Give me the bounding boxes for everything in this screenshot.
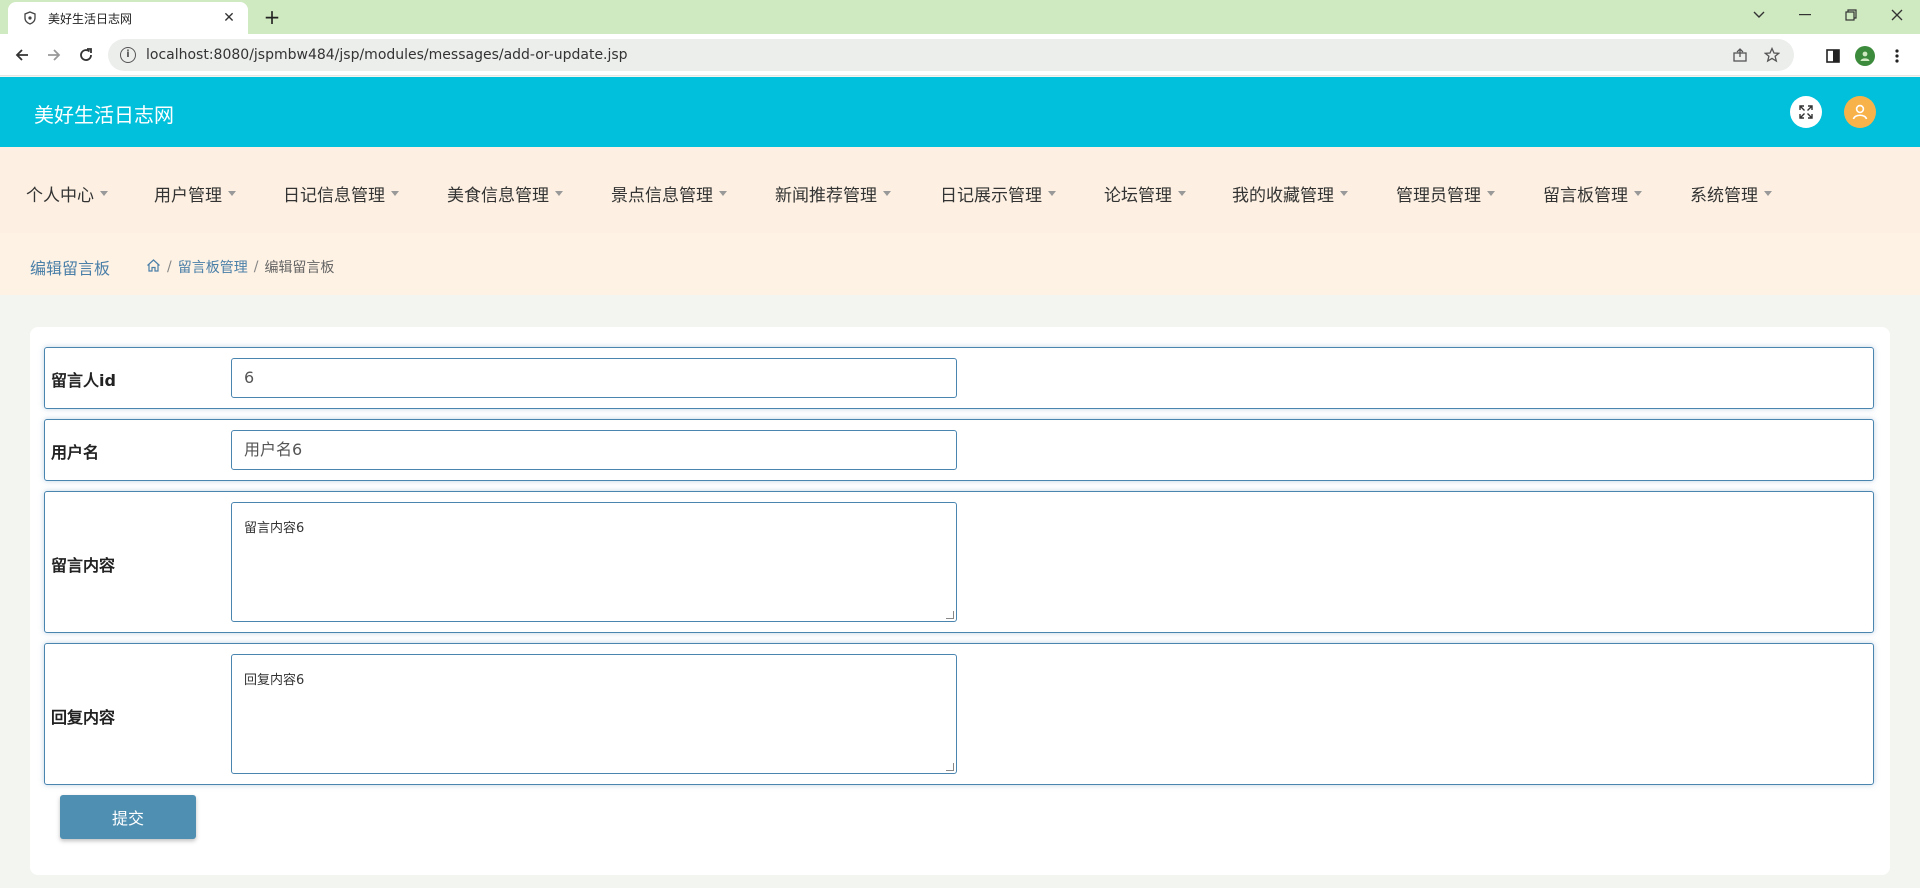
form-row-username: 用户名 用户名6 <box>44 419 1874 481</box>
share-icon[interactable] <box>1732 47 1748 67</box>
menu-item-personal-center[interactable]: 个人中心 <box>26 181 108 206</box>
reply-textarea[interactable]: 回复内容6 <box>231 654 957 774</box>
app-title: 美好生活日志网 <box>34 103 174 127</box>
username-label: 用户名 <box>51 443 100 462</box>
resize-handle-icon[interactable] <box>946 763 954 771</box>
menu-item-scenic-info[interactable]: 景点信息管理 <box>611 181 727 206</box>
breadcrumb-parent-link[interactable]: 留言板管理 <box>178 257 248 277</box>
menu-item-label: 美食信息管理 <box>447 186 549 206</box>
shield-icon <box>22 10 38 26</box>
menu-item-label: 个人中心 <box>26 186 94 206</box>
form-row-message: 留言内容 留言内容6 <box>44 491 1874 633</box>
menu-item-label: 用户管理 <box>154 186 222 206</box>
user-avatar-icon[interactable] <box>1844 96 1876 128</box>
caret-down-icon <box>100 191 108 196</box>
restore-icon[interactable] <box>1828 0 1874 30</box>
browser-tab[interactable]: 美好生活日志网 ✕ <box>8 2 248 34</box>
caret-down-icon <box>1764 191 1772 196</box>
tab-search-icon[interactable] <box>1736 0 1782 30</box>
page-title: 编辑留言板 <box>30 259 111 278</box>
username-field[interactable]: 用户名6 <box>231 430 957 470</box>
menu-item-label: 我的收藏管理 <box>1232 186 1334 206</box>
message-textarea[interactable]: 留言内容6 <box>231 502 957 622</box>
main-menu: 个人中心 用户管理 日记信息管理 美食信息管理 景点信息管理 新闻推荐管理 日记… <box>0 147 1920 233</box>
caret-down-icon <box>391 191 399 196</box>
browser-tab-bar: 美好生活日志网 ✕ + <box>0 0 1920 34</box>
breadcrumb: / 留言板管理 / 编辑留言板 <box>146 257 334 277</box>
user-id-field[interactable]: 6 <box>231 358 957 398</box>
breadcrumb-separator: / <box>167 259 172 275</box>
caret-down-icon <box>555 191 563 196</box>
caret-down-icon <box>228 191 236 196</box>
reply-label: 回复内容 <box>51 708 116 727</box>
menu-item-label: 日记信息管理 <box>283 186 385 206</box>
address-bar[interactable]: i localhost:8080/jspmbw484/jsp/modules/m… <box>108 39 1794 71</box>
menu-item-news-recommend[interactable]: 新闻推荐管理 <box>775 181 891 206</box>
bookmark-star-icon[interactable] <box>1763 46 1781 67</box>
caret-down-icon <box>1048 191 1056 196</box>
menu-item-admin[interactable]: 管理员管理 <box>1396 181 1495 206</box>
browser-menu-icon[interactable] <box>1886 45 1908 67</box>
back-icon[interactable] <box>8 41 36 69</box>
menu-item-diary-info[interactable]: 日记信息管理 <box>283 181 399 206</box>
menu-item-diary-display[interactable]: 日记展示管理 <box>940 181 1056 206</box>
close-window-icon[interactable] <box>1874 0 1920 30</box>
tab-close-icon[interactable]: ✕ <box>220 10 238 26</box>
profile-icon[interactable] <box>1854 45 1876 67</box>
menu-item-my-favorites[interactable]: 我的收藏管理 <box>1232 181 1348 206</box>
site-info-icon[interactable]: i <box>120 47 136 63</box>
caret-down-icon <box>719 191 727 196</box>
menu-item-user-management[interactable]: 用户管理 <box>154 181 236 206</box>
caret-down-icon <box>883 191 891 196</box>
forward-icon[interactable] <box>40 41 68 69</box>
form-row-user-id: 留言人id 6 <box>44 347 1874 409</box>
app-header: 美好生活日志网 <box>0 77 1920 147</box>
caret-down-icon <box>1634 191 1642 196</box>
message-label: 留言内容 <box>51 556 116 575</box>
url-text[interactable]: localhost:8080/jspmbw484/jsp/modules/mes… <box>146 47 628 63</box>
menu-item-system[interactable]: 系统管理 <box>1690 181 1772 206</box>
resize-handle-icon[interactable] <box>946 611 954 619</box>
form-row-reply: 回复内容 回复内容6 <box>44 643 1874 785</box>
browser-toolbar: i localhost:8080/jspmbw484/jsp/modules/m… <box>0 34 1920 76</box>
menu-item-label: 系统管理 <box>1690 186 1758 206</box>
menu-item-forum[interactable]: 论坛管理 <box>1104 181 1186 206</box>
caret-down-icon <box>1487 191 1495 196</box>
caret-down-icon <box>1340 191 1348 196</box>
menu-item-label: 论坛管理 <box>1104 186 1172 206</box>
new-tab-button[interactable]: + <box>258 4 286 30</box>
user-id-label: 留言人id <box>51 371 116 390</box>
fullscreen-icon[interactable] <box>1790 96 1822 128</box>
menu-item-food-info[interactable]: 美食信息管理 <box>447 181 563 206</box>
breadcrumb-separator: / <box>253 259 259 275</box>
menu-item-label: 日记展示管理 <box>940 186 1042 206</box>
menu-item-label: 管理员管理 <box>1396 186 1481 206</box>
form-panel: 留言人id 6 用户名 用户名6 留言内容 留言内容6 回复内容 回复内容6 提… <box>30 327 1890 875</box>
menu-item-label: 新闻推荐管理 <box>775 186 877 206</box>
menu-item-label: 景点信息管理 <box>611 186 713 206</box>
minimize-icon[interactable] <box>1782 0 1828 30</box>
reply-text: 回复内容6 <box>244 673 305 688</box>
side-panel-icon[interactable] <box>1822 45 1844 67</box>
message-text: 留言内容6 <box>244 521 305 536</box>
breadcrumb-bar: 编辑留言板 / 留言板管理 / 编辑留言板 <box>0 233 1920 295</box>
home-icon[interactable] <box>146 258 161 277</box>
menu-item-label: 留言板管理 <box>1543 186 1628 206</box>
tab-title: 美好生活日志网 <box>48 11 133 26</box>
menu-item-message-board[interactable]: 留言板管理 <box>1543 181 1642 206</box>
reload-icon[interactable] <box>72 41 100 69</box>
caret-down-icon <box>1178 191 1186 196</box>
breadcrumb-current: 编辑留言板 <box>264 260 335 276</box>
submit-button[interactable]: 提交 <box>60 795 196 839</box>
